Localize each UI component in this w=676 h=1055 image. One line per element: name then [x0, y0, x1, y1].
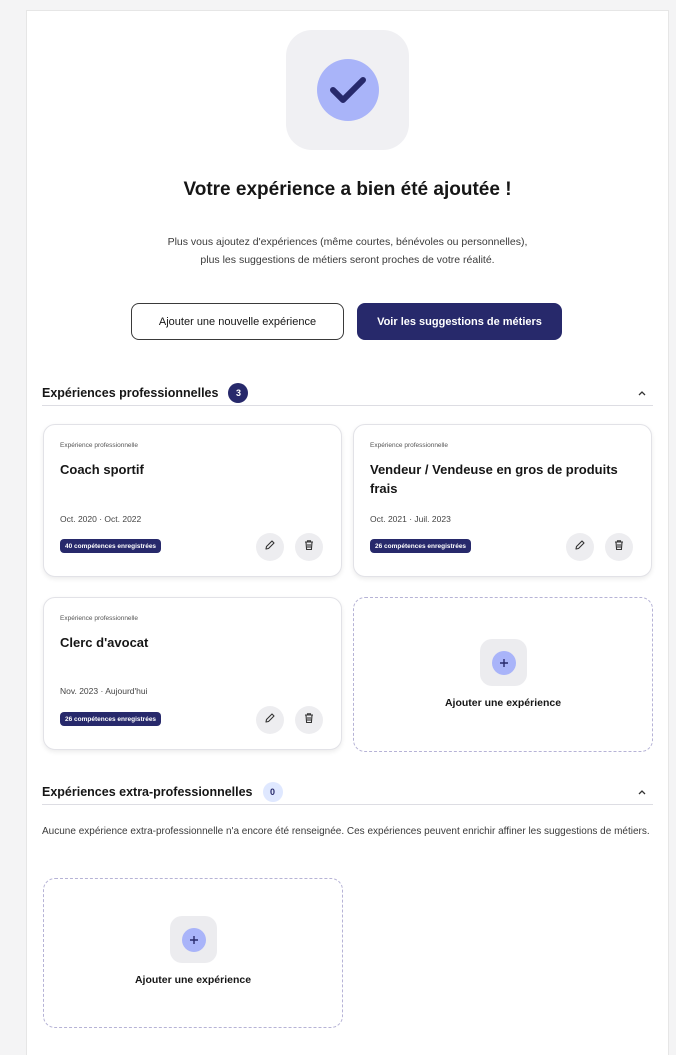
trash-icon — [303, 538, 315, 556]
card-title: Vendeur / Vendeuse en gros de produits f… — [370, 462, 618, 496]
chevron-up-icon[interactable] — [635, 785, 649, 799]
delete-button[interactable] — [295, 706, 323, 734]
edit-button[interactable] — [566, 533, 594, 561]
professional-section-header[interactable]: Expériences professionnelles 3 — [42, 380, 653, 406]
success-illustration — [286, 30, 409, 150]
pencil-icon — [264, 711, 276, 729]
see-job-suggestions-button[interactable]: Voir les suggestions de métiers — [357, 303, 562, 340]
card-kicker: Expérience professionnelle — [370, 442, 449, 449]
chevron-up-icon[interactable] — [635, 386, 649, 400]
plus-icon — [491, 650, 516, 675]
add-experience-label: Ajouter une expérience — [444, 697, 562, 709]
edit-button[interactable] — [256, 533, 284, 561]
section-title: Expériences professionnelles — [42, 385, 219, 400]
add-experience-label: Ajouter une expérience — [134, 974, 252, 986]
count-badge: 3 — [228, 382, 249, 403]
card-kicker: Expérience professionnelle — [60, 442, 139, 449]
card-dates: Oct. 2020 · Oct. 2022 — [60, 514, 142, 524]
count-badge: 0 — [262, 781, 283, 802]
card-title: Clerc d'avocat — [60, 635, 149, 650]
intro-text: Plus vous ajoutez d'expériences (même co… — [97, 233, 598, 269]
experience-confirmation-panel: Votre expérience a bien été ajoutée ! Pl… — [26, 10, 669, 1055]
intro-line-1: Plus vous ajoutez d'expériences (même co… — [167, 236, 528, 248]
delete-button[interactable] — [295, 533, 323, 561]
skills-badge: 40 compétences enregistrées — [60, 539, 162, 553]
card-title: Coach sportif — [60, 462, 144, 477]
skills-badge: 26 compétences enregistrées — [60, 712, 162, 726]
experience-card[interactable]: Expérience professionnelle Vendeur / Ven… — [353, 424, 652, 577]
trash-icon — [613, 538, 625, 556]
card-dates: Oct. 2021 · Juil. 2023 — [370, 514, 451, 524]
page-title: Votre expérience a bien été ajoutée ! — [183, 179, 512, 200]
add-new-experience-button[interactable]: Ajouter une nouvelle expérience — [131, 303, 344, 340]
intro-line-2: plus les suggestions de métiers seront p… — [200, 254, 495, 266]
skills-badge: 26 compétences enregistrées — [370, 539, 472, 553]
plus-icon — [181, 927, 206, 952]
experience-card[interactable]: Expérience professionnelle Clerc d'avoca… — [43, 597, 342, 750]
delete-button[interactable] — [605, 533, 633, 561]
card-dates: Nov. 2023 · Aujourd'hui — [60, 686, 148, 696]
trash-icon — [303, 711, 315, 729]
extra-professional-section-header[interactable]: Expériences extra-professionnelles 0 — [42, 779, 653, 805]
add-extra-experience-card[interactable]: Ajouter une expérience — [43, 878, 343, 1028]
empty-state-text: Aucune expérience extra-professionnelle … — [42, 826, 650, 837]
add-professional-experience-card[interactable]: Ajouter une expérience — [353, 597, 653, 752]
experience-card[interactable]: Expérience professionnelle Coach sportif… — [43, 424, 342, 577]
section-title: Expériences extra-professionnelles — [42, 784, 253, 799]
add-tile — [170, 916, 217, 963]
pencil-icon — [264, 538, 276, 556]
edit-button[interactable] — [256, 706, 284, 734]
add-tile — [480, 639, 527, 686]
card-kicker: Expérience professionnelle — [60, 615, 139, 622]
pencil-icon — [574, 538, 586, 556]
check-icon — [316, 59, 379, 121]
